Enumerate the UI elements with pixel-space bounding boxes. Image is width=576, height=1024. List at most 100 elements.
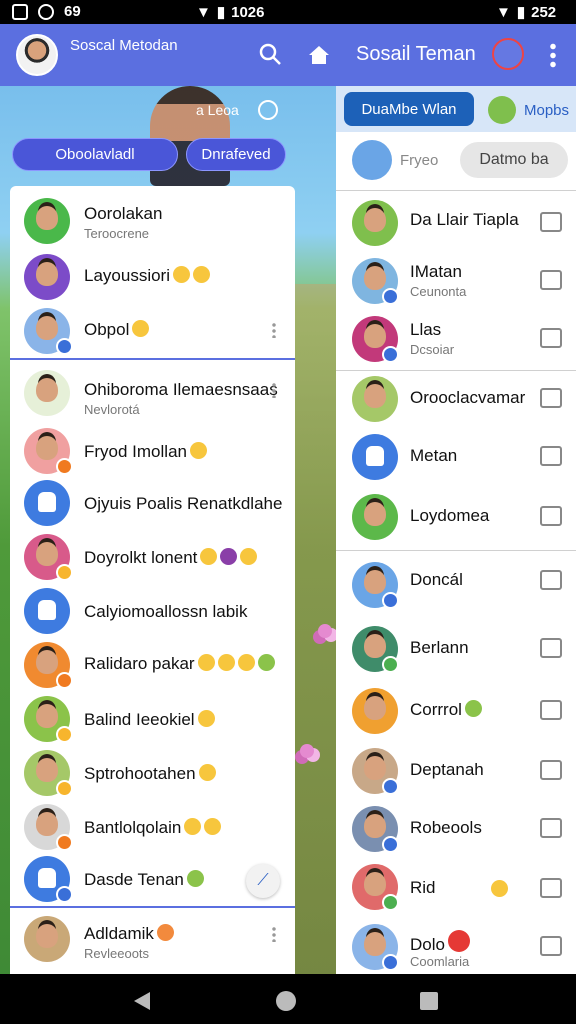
emoji-icon <box>200 548 218 565</box>
edit-icon[interactable] <box>540 818 562 838</box>
list-item[interactable]: Metan <box>336 428 576 488</box>
battery-icon: ▮ <box>216 4 226 21</box>
list-item[interactable]: Fryod Imollan <box>10 424 295 480</box>
right-header: Sosail Teman <box>296 24 576 86</box>
emoji-icon <box>257 654 275 671</box>
list-item[interactable]: Layoussiori <box>10 250 295 306</box>
search-input[interactable]: Fryeo <box>400 152 438 169</box>
contact-sub: Nevlorotá <box>84 402 140 417</box>
list-item[interactable]: Doncál <box>336 556 576 616</box>
home-nav-icon[interactable] <box>276 991 296 1011</box>
list-item[interactable]: Doyrolkt lonent <box>10 530 295 586</box>
flower-decoration <box>318 624 332 638</box>
tab-active[interactable]: DuaMbe Wlan <box>344 92 474 126</box>
section-divider <box>10 358 295 360</box>
contact-name: Ojyuis Poalis Renatkdlahe <box>84 494 283 513</box>
tab-other[interactable]: Mopbs <box>488 96 569 124</box>
edit-icon[interactable] <box>540 878 562 898</box>
avatar <box>24 480 70 526</box>
list-item[interactable]: Bantlolqolain <box>10 800 295 856</box>
edit-icon[interactable] <box>540 212 562 232</box>
right-title: Sosail Teman <box>356 43 476 65</box>
home-icon[interactable] <box>308 44 330 66</box>
hero-label: a Leoa <box>196 102 239 118</box>
more-options-icon[interactable] <box>272 926 276 942</box>
status-battery-right: 252 <box>531 3 557 21</box>
back-icon[interactable] <box>134 992 150 1010</box>
list-item[interactable]: Dasde Tenan ⟋ <box>10 852 295 908</box>
edit-icon[interactable] <box>540 638 562 658</box>
status-badge <box>382 592 399 609</box>
list-item[interactable]: Orooclacvamar <box>336 370 576 430</box>
list-item[interactable]: IMatan Ceunonta <box>336 252 576 312</box>
status-badge <box>382 836 399 853</box>
status-left-icons: 69 <box>12 3 81 20</box>
status-center-icons: ▼ ▮ 1026 <box>196 3 265 22</box>
status-badge <box>56 564 73 581</box>
flower-decoration <box>300 744 314 758</box>
avatar <box>352 434 398 480</box>
list-item[interactable]: Corrrol <box>336 682 576 742</box>
list-item[interactable]: Obpol <box>10 304 295 360</box>
list-item[interactable]: Ralidaro pakar <box>10 638 295 694</box>
right-tabs: DuaMbe Wlan Mopbs <box>336 86 576 132</box>
status-badge <box>382 894 399 911</box>
edit-icon[interactable] <box>540 570 562 590</box>
status-badge <box>382 346 399 363</box>
search-action-button[interactable]: Datmo ba <box>460 142 568 178</box>
more-options-icon[interactable] <box>272 382 276 398</box>
list-item[interactable]: Loydomea <box>336 488 576 548</box>
contact-name: Ohiboroma Ilemaesnsaas <box>84 380 278 399</box>
more-options-icon[interactable] <box>550 42 556 68</box>
recents-icon[interactable] <box>420 992 438 1010</box>
list-item[interactable]: Llas Dcsoiar <box>336 310 576 370</box>
pill-button-left[interactable]: Oboolavladl <box>12 138 178 171</box>
contact-name: IMatan <box>410 262 462 281</box>
edit-icon[interactable] <box>540 388 562 408</box>
list-item[interactable]: Rid <box>336 858 576 918</box>
edit-icon[interactable] <box>540 760 562 780</box>
avatar <box>352 494 398 540</box>
list-item[interactable]: Robeools <box>336 800 576 860</box>
emoji-icon <box>197 654 215 671</box>
edit-icon[interactable] <box>540 446 562 466</box>
emoji-icon <box>220 548 238 565</box>
list-item[interactable]: Ojyuis Poalis Renatkdlahe <box>10 476 295 532</box>
profile-avatar[interactable] <box>16 34 58 76</box>
avatar <box>24 198 70 244</box>
edit-icon[interactable] <box>540 936 562 956</box>
list-item[interactable]: Oorolakan Teroocrene <box>10 194 295 250</box>
edit-icon[interactable] <box>540 328 562 348</box>
list-item[interactable]: Calyiomoallossn labik <box>10 584 295 640</box>
contact-name: Adldamik <box>84 924 174 944</box>
edit-icon[interactable] <box>540 506 562 526</box>
avatar <box>352 688 398 734</box>
edit-icon[interactable] <box>540 270 562 290</box>
fab-compose-button[interactable]: ⟋ <box>246 864 280 898</box>
list-item[interactable]: Deptanah <box>336 742 576 802</box>
contact-name: Orooclacvamar <box>410 388 526 407</box>
emoji-icon <box>197 710 215 727</box>
pill-button-right[interactable]: Dnrafeved <box>186 138 286 171</box>
list-item[interactable]: Ohiboroma Ilemaesnsaas Nevlorotá <box>10 366 295 422</box>
list-item[interactable]: Sptrohootahen <box>10 746 295 802</box>
search-icon[interactable] <box>258 42 282 66</box>
list-item[interactable]: Adldamik Revleeoots <box>10 912 295 968</box>
list-item[interactable]: Da Llair Tiapla <box>336 194 576 254</box>
list-item[interactable]: Balind Ieeokiel <box>10 692 295 748</box>
status-bar: 69 ▼ ▮ 1026 ▼ ▮ 252 <box>0 0 576 24</box>
emoji-icon <box>193 266 210 283</box>
status-badge <box>56 672 73 689</box>
emoji-icon <box>173 266 190 283</box>
emoji-icon <box>132 320 150 337</box>
contact-sub: Revleeoots <box>84 946 150 961</box>
list-item[interactable]: Berlann <box>336 620 576 680</box>
emoji-icon <box>198 764 216 781</box>
more-options-icon[interactable] <box>272 322 276 338</box>
list-item[interactable]: Dolo Coomlaria <box>336 918 576 974</box>
edit-icon[interactable] <box>540 700 562 720</box>
emoji-icon <box>447 930 470 952</box>
gallery-icon <box>12 3 28 20</box>
profile-ring-icon[interactable] <box>492 38 524 70</box>
emoji-icon <box>217 654 235 671</box>
